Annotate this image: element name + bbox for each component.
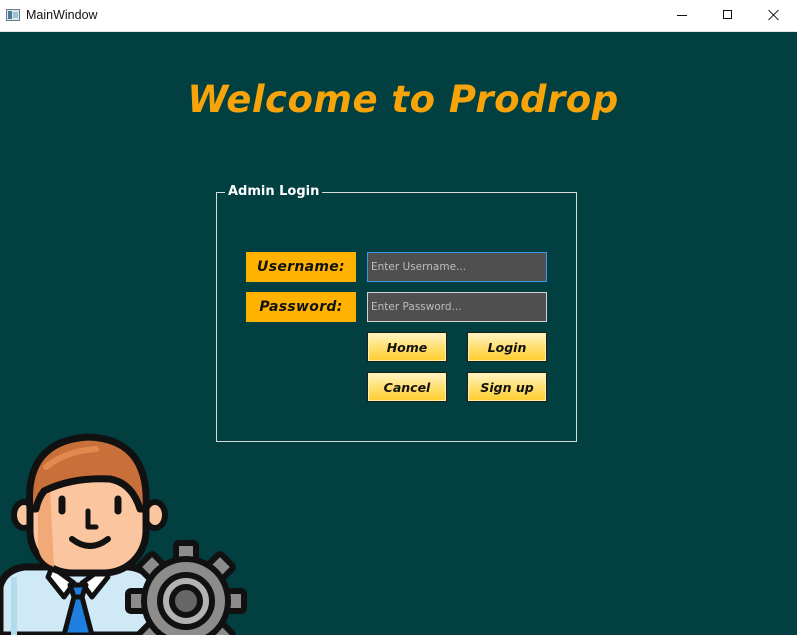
username-label: Username: <box>246 252 356 282</box>
login-button[interactable]: Login <box>467 332 547 362</box>
minimize-button[interactable] <box>659 0 705 31</box>
close-icon <box>768 9 780 21</box>
window-title: MainWindow <box>26 8 98 22</box>
welcome-heading: Welcome to Prodrop <box>187 78 619 121</box>
username-input[interactable] <box>367 252 547 282</box>
window-titlebar[interactable]: MainWindow <box>0 0 797 32</box>
password-label: Password: <box>246 292 356 322</box>
app-window-icon <box>6 9 20 21</box>
admin-user-with-gear-icon <box>0 433 247 635</box>
maximize-icon <box>723 10 732 19</box>
main-window-content: Welcome to Prodrop Admin Login Username:… <box>0 32 797 635</box>
admin-login-groupbox: Admin Login Username: Password: Home Log… <box>216 184 577 442</box>
maximize-button[interactable] <box>705 0 751 31</box>
signup-button[interactable]: Sign up <box>467 372 547 402</box>
groupbox-title: Admin Login <box>225 184 323 199</box>
home-button[interactable]: Home <box>367 332 447 362</box>
minimize-icon <box>677 15 687 16</box>
close-button[interactable] <box>751 0 797 31</box>
cancel-button[interactable]: Cancel <box>367 372 447 402</box>
password-input[interactable] <box>367 292 547 322</box>
